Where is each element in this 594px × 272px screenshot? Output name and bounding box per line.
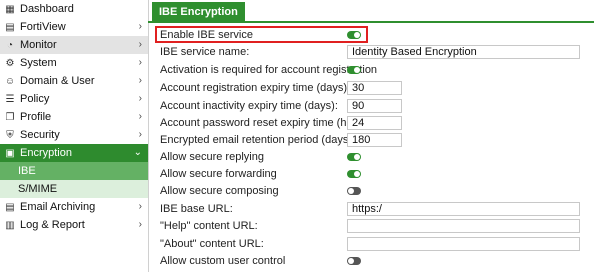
archive-icon: ▤ — [5, 201, 15, 213]
sidebar: ▦ Dashboard ▤ FortiView › ◔ Monitor › ⚙ … — [0, 0, 149, 272]
chevron-right-icon: › — [138, 201, 142, 212]
sidebar-item-label: Encryption — [20, 147, 72, 159]
about-url-input[interactable] — [347, 237, 580, 251]
chevron-right-icon: › — [138, 75, 142, 86]
sidebar-item-encryption[interactable]: ▣ Encryption ⌄ — [0, 144, 148, 162]
monitor-icon: ◔ — [6, 39, 14, 51]
secure-composing-label: Allow secure composing — [160, 185, 279, 197]
sidebar-item-label: Security — [20, 129, 60, 141]
tab-bar: IBE Encryption — [148, 0, 594, 23]
secure-replying-label: Allow secure replying — [160, 151, 264, 163]
sidebar-item-monitor[interactable]: ◔ Monitor › — [0, 36, 148, 54]
sidebar-item-label: Monitor — [20, 39, 57, 51]
sidebar-item-label: Domain & User — [20, 75, 95, 87]
shield-icon: ⛨ — [6, 129, 14, 141]
sidebar-item-dashboard[interactable]: ▦ Dashboard — [0, 0, 148, 18]
sidebar-item-label: Dashboard — [20, 3, 74, 15]
sidebar-item-label: Profile — [20, 111, 52, 123]
sidebar-item-label: Email Archiving — [20, 201, 96, 213]
sidebar-item-label: Log & Report — [20, 219, 85, 231]
system-icon: ⚙ — [5, 57, 15, 69]
custom-user-control-label: Allow custom user control — [160, 255, 286, 267]
toggle-switch[interactable] — [347, 257, 361, 265]
sidebar-item-system[interactable]: ⚙ System › — [0, 54, 148, 72]
fortiview-icon: ▤ — [5, 21, 15, 33]
about-url-label: "About" content URL: — [160, 238, 264, 250]
policy-icon: ☰ — [5, 93, 15, 105]
sidebar-item-email-archiving[interactable]: ▤ Email Archiving › — [0, 198, 148, 216]
retention-period-input[interactable]: 180 — [347, 133, 402, 147]
toggle-switch[interactable] — [347, 170, 361, 178]
registration-expiry-input[interactable]: 30 — [347, 81, 402, 95]
chevron-right-icon: › — [138, 39, 142, 50]
sidebar-item-security[interactable]: ⛨ Security › — [0, 126, 148, 144]
retention-period-label: Encrypted email retention period (days): — [160, 134, 356, 146]
chevron-down-icon: ⌄ — [133, 147, 142, 158]
chevron-right-icon: › — [138, 111, 142, 122]
secure-forwarding-toggle[interactable] — [347, 167, 361, 181]
toggle-switch[interactable] — [347, 153, 361, 161]
toggle-switch[interactable] — [347, 187, 361, 195]
secure-forwarding-label: Allow secure forwarding — [160, 168, 277, 180]
user-icon: ☺ — [4, 75, 16, 87]
activation-required-toggle[interactable] — [347, 63, 361, 77]
chevron-right-icon: › — [138, 219, 142, 230]
ibe-base-url-input[interactable]: https:/ — [347, 202, 580, 216]
toggle-switch[interactable] — [347, 31, 361, 39]
toggle-switch[interactable] — [347, 66, 361, 74]
ibe-base-url-label: IBE base URL: — [160, 203, 233, 215]
sidebar-item-policy[interactable]: ☰ Policy › — [0, 90, 148, 108]
password-reset-expiry-label: Account password reset expiry time (hour… — [160, 117, 375, 129]
inactivity-expiry-input[interactable]: 90 — [347, 99, 402, 113]
registration-expiry-label: Account registration expiry time (days): — [160, 82, 351, 94]
ibe-service-name-input[interactable]: Identity Based Encryption — [347, 45, 580, 59]
tab-ibe-encryption[interactable]: IBE Encryption — [152, 2, 245, 21]
password-reset-expiry-input[interactable]: 24 — [347, 116, 402, 130]
chevron-right-icon: › — [138, 129, 142, 140]
sidebar-item-label: Policy — [20, 93, 50, 105]
help-url-input[interactable] — [347, 219, 580, 233]
activation-required-label: Activation is required for account regis… — [160, 64, 378, 76]
lock-icon: ▣ — [5, 147, 15, 159]
sidebar-item-label: FortiView — [20, 21, 66, 33]
report-icon: ▥ — [5, 219, 15, 231]
custom-user-control-toggle[interactable] — [347, 254, 361, 268]
ibe-service-name-label: IBE service name: — [160, 46, 250, 58]
sidebar-item-label: IBE — [18, 165, 36, 177]
chevron-right-icon: › — [138, 57, 142, 68]
sidebar-item-smime[interactable]: S/MIME — [0, 180, 148, 198]
sidebar-item-ibe[interactable]: IBE — [0, 162, 148, 180]
sidebar-item-label: System — [20, 57, 57, 69]
help-url-label: "Help" content URL: — [160, 220, 258, 232]
sidebar-item-label: S/MIME — [18, 183, 58, 195]
sidebar-item-fortiview[interactable]: ▤ FortiView › — [0, 18, 148, 36]
profile-icon: ❐ — [5, 111, 15, 123]
secure-replying-toggle[interactable] — [347, 150, 361, 164]
sidebar-item-log-report[interactable]: ▥ Log & Report › — [0, 216, 148, 234]
enable-ibe-toggle[interactable] — [347, 28, 361, 42]
sidebar-item-domain-user[interactable]: ☺ Domain & User › — [0, 72, 148, 90]
dashboard-icon: ▦ — [5, 3, 15, 15]
sidebar-item-profile[interactable]: ❐ Profile › — [0, 108, 148, 126]
inactivity-expiry-label: Account inactivity expiry time (days): — [160, 100, 338, 112]
secure-composing-toggle[interactable] — [347, 184, 361, 198]
chevron-right-icon: › — [138, 93, 142, 104]
chevron-right-icon: › — [138, 21, 142, 32]
enable-ibe-label: Enable IBE service — [160, 29, 253, 41]
